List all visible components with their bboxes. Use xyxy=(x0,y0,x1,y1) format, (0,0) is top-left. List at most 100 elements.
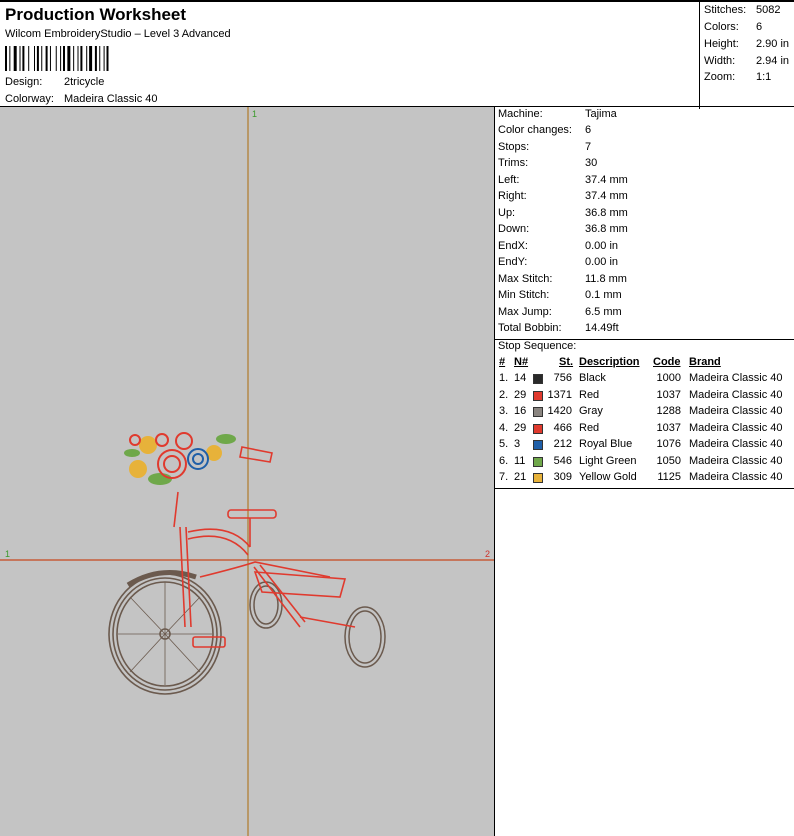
detail-row: Stops: 7 xyxy=(498,141,592,153)
cell-description: Black xyxy=(579,372,606,384)
cell-brand: Madeira Classic 40 xyxy=(689,372,783,384)
design-canvas[interactable]: 1 1 2 xyxy=(0,107,495,836)
table-row: 6. 11 546 Light Green 1050 Madeira Classic 40 xyxy=(497,455,794,471)
cell-description: Yellow Gold xyxy=(579,471,637,483)
cell-num: 2. xyxy=(499,388,509,401)
worksheet-header: Production Worksheet Wilcom EmbroiderySt… xyxy=(0,0,794,109)
cell-brand: Madeira Classic 40 xyxy=(689,454,783,467)
summary-stats: Stitches: 5082 Colors: 6 Height: 2.90 in… xyxy=(699,2,794,109)
cell-brand: Madeira Classic 40 xyxy=(689,388,783,401)
column-header-stitches: St. xyxy=(559,356,574,368)
zoom-value: 1:1 xyxy=(756,71,772,83)
cell-needle: 16 xyxy=(514,405,527,417)
cell-description: Red xyxy=(579,421,600,434)
width-label: Width: xyxy=(704,55,736,67)
cell-stitches: 756 xyxy=(553,372,572,384)
cell-stitches: 546 xyxy=(553,454,572,467)
color-swatch xyxy=(533,423,543,434)
detail-row: Max Jump: 6.5 mm xyxy=(498,306,622,318)
detail-row: Color changes: 6 xyxy=(498,124,592,136)
table-header: # N# St. Description Code Brand xyxy=(497,356,794,372)
detail-row: Max Stitch: 11.8 mm xyxy=(498,273,627,285)
table-row: 5. 3 212 Royal Blue 1076 Madeira Classic 40 xyxy=(497,438,794,454)
cell-needle: 11 xyxy=(514,454,526,467)
detail-row: EndX: 0.00 in xyxy=(498,240,619,252)
colors-label: Colors: xyxy=(704,21,739,33)
column-header-brand: Brand xyxy=(689,356,721,368)
cell-brand: Madeira Classic 40 xyxy=(689,421,783,434)
cell-description: Light Green xyxy=(579,454,637,467)
table-row: 7. 21 309 Yellow Gold 1125 Madeira Classic 40 xyxy=(497,471,794,487)
column-header-description: Description xyxy=(579,356,640,368)
detail-row: Up: 36.8 mm xyxy=(498,207,628,219)
table-row: 2. 29 1371 Red 1037 Madeira Classic 40 xyxy=(497,389,794,405)
detail-row: Trims: 30 xyxy=(498,157,598,169)
color-swatch xyxy=(533,440,543,450)
cell-code: 1000 xyxy=(656,372,681,384)
stop-sequence-title: Stop Sequence: xyxy=(498,340,577,352)
colorway-label: Colorway: xyxy=(5,93,54,105)
column-header-needle: N# xyxy=(514,356,529,368)
barcode-image xyxy=(5,46,109,71)
detail-row: Machine: Tajima xyxy=(498,108,617,120)
height-label: Height: xyxy=(704,38,739,50)
software-name: Wilcom EmbroideryStudio – Level 3 Advanc… xyxy=(5,28,231,40)
detail-row: Right: 37.4 mm xyxy=(498,190,628,202)
cell-needle: 29 xyxy=(514,421,527,434)
cell-stitches: 466 xyxy=(553,421,572,434)
detail-row: Total Bobbin: 14.49ft xyxy=(498,322,619,334)
cell-description: Red xyxy=(579,388,600,401)
cell-code: 1037 xyxy=(656,388,681,401)
cell-num: 6. xyxy=(499,454,509,467)
cell-description: Gray xyxy=(579,405,603,417)
design-value: 2tricycle xyxy=(64,76,105,88)
cell-needle: 3 xyxy=(514,438,521,450)
stitches-label: Stitches: xyxy=(704,4,747,16)
divider xyxy=(495,488,794,489)
cell-code: 1288 xyxy=(656,405,681,417)
stitches-value: 5082 xyxy=(756,4,781,16)
cell-brand: Madeira Classic 40 xyxy=(689,438,783,450)
color-swatch xyxy=(533,374,543,384)
cell-needle: 29 xyxy=(514,388,527,401)
table-row: 3. 16 1420 Gray 1288 Madeira Classic 40 xyxy=(497,405,794,421)
width-value: 2.94 in xyxy=(756,55,790,67)
cell-num: 7. xyxy=(499,471,509,483)
cell-needle: 14 xyxy=(514,372,527,384)
detail-row: EndY: 0.00 in xyxy=(498,256,619,268)
guide-marker-top: 1 xyxy=(252,109,257,119)
guide-marker-left: 1 xyxy=(5,549,10,559)
cell-num: 5. xyxy=(499,438,509,450)
design-label: Design: xyxy=(5,76,43,88)
column-header-code: Code xyxy=(653,356,681,368)
color-swatch xyxy=(533,390,543,401)
cell-description: Royal Blue xyxy=(579,438,633,450)
zoom-label: Zoom: xyxy=(704,71,736,83)
cell-stitches: 309 xyxy=(553,471,572,483)
cell-num: 4. xyxy=(499,421,509,434)
column-header-num: # xyxy=(499,356,506,368)
cell-brand: Madeira Classic 40 xyxy=(689,471,783,483)
cell-needle: 21 xyxy=(514,471,527,483)
cell-code: 1050 xyxy=(656,454,681,467)
colors-value: 6 xyxy=(756,21,763,33)
cell-code: 1037 xyxy=(656,421,681,434)
guide-marker-right: 2 xyxy=(485,549,490,559)
color-swatch xyxy=(533,407,543,417)
table-row: 4. 29 466 Red 1037 Madeira Classic 40 xyxy=(497,422,794,438)
cell-num: 1. xyxy=(499,372,509,384)
detail-row: Down: 36.8 mm xyxy=(498,223,628,235)
cell-stitches: 1371 xyxy=(547,388,572,401)
colorway-value: Madeira Classic 40 xyxy=(64,93,158,105)
detail-row: Left: 37.4 mm xyxy=(498,174,628,186)
tricycle-design-image: 1 1 2 xyxy=(0,107,494,836)
table-row: 1. 14 756 Black 1000 Madeira Classic 40 xyxy=(497,372,794,388)
height-value: 2.90 in xyxy=(756,38,790,50)
cell-stitches: 212 xyxy=(553,438,572,450)
cell-code: 1125 xyxy=(657,471,681,483)
cell-stitches: 1420 xyxy=(547,405,572,417)
cell-num: 3. xyxy=(499,405,509,417)
color-swatch xyxy=(533,473,543,483)
cell-brand: Madeira Classic 40 xyxy=(689,405,783,417)
cell-code: 1076 xyxy=(656,438,681,450)
